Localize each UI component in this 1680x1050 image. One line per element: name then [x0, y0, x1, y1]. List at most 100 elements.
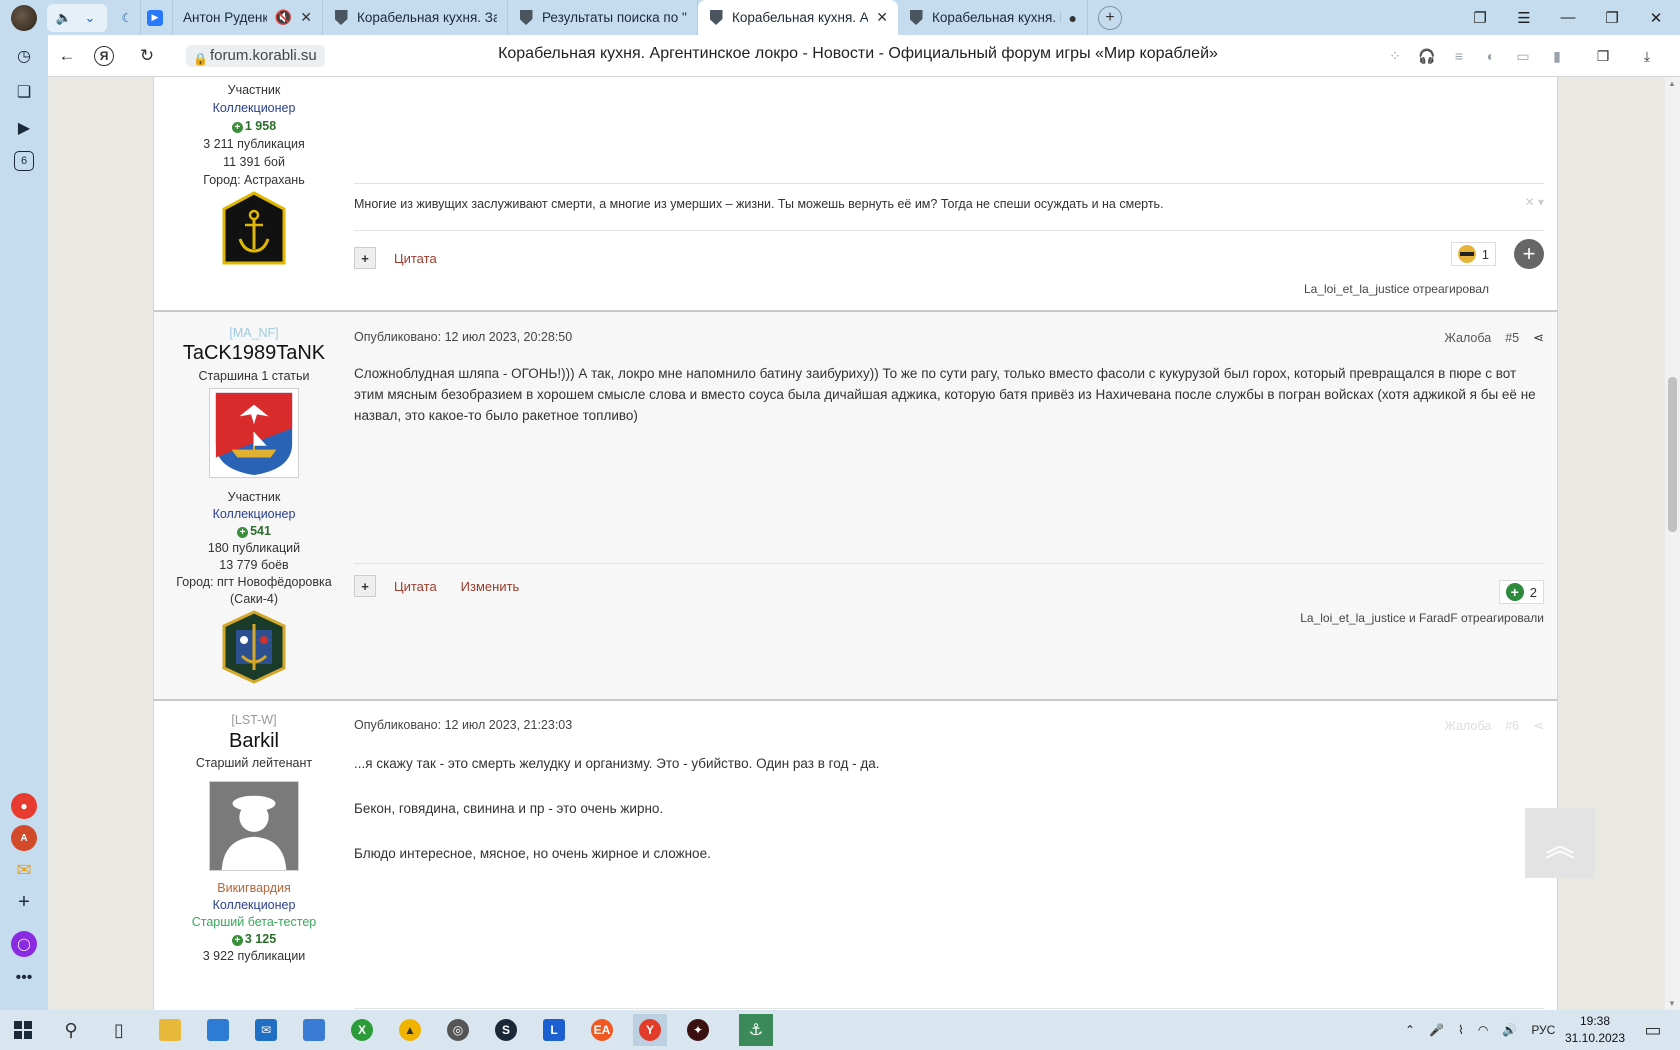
report-link[interactable]: Жалоба	[1444, 719, 1491, 733]
restore-icon[interactable]: ❐	[1590, 0, 1634, 35]
scrollbar-thumb[interactable]	[1668, 377, 1677, 532]
task-view-icon[interactable]: ▯	[102, 1014, 136, 1046]
game-launcher-icon[interactable]: ▲	[393, 1014, 427, 1046]
bookmark-icon[interactable]: ▮	[1548, 47, 1566, 65]
edit-link[interactable]: Изменить	[461, 579, 520, 594]
alice-assistant-icon[interactable]: ◯	[11, 931, 37, 957]
author-clan[interactable]: [MA_NF]	[154, 326, 354, 340]
quote-link[interactable]: Цитата	[394, 579, 437, 594]
tab-title: Корабельная кухня. Ш	[932, 10, 1061, 25]
share-icon[interactable]: ⋖	[1533, 330, 1544, 346]
maps-pin-icon[interactable]: ●	[11, 793, 37, 819]
tab-title: Корабельная кухня. Заебу	[357, 10, 497, 25]
store-icon[interactable]	[201, 1014, 235, 1046]
scroll-to-top-button[interactable]: ︽	[1525, 808, 1595, 878]
search-icon[interactable]: ⚲	[54, 1014, 88, 1046]
reader-mode-icon[interactable]: ≡	[1450, 47, 1468, 65]
launcher-l-icon[interactable]: L	[537, 1014, 571, 1046]
download-icon[interactable]: ⤓	[1638, 47, 1656, 65]
ea-app-icon[interactable]: EA	[585, 1014, 619, 1046]
tab-pinned-1[interactable]: ☾	[113, 0, 141, 35]
share-icon[interactable]: ⋖	[1533, 718, 1544, 734]
quote-link[interactable]: Цитата	[394, 251, 437, 266]
tab-1[interactable]: Антон Руденко 🔇 ✕	[173, 0, 323, 35]
post-paragraph-1: ...я скажу так - это смерть желудку и ор…	[354, 756, 880, 771]
post-number-link[interactable]: #6	[1505, 719, 1519, 733]
author-name[interactable]: Barkil	[154, 730, 354, 753]
chat-icon[interactable]: ▭	[1514, 47, 1532, 65]
reaction-summary[interactable]: + 2	[1498, 580, 1544, 604]
back-button[interactable]: ←	[54, 43, 80, 69]
chevron-down-icon[interactable]: ⌄	[79, 10, 101, 26]
tab-counter-icon[interactable]: 6	[14, 151, 34, 171]
tab-title: Результаты поиска по "Ко	[542, 10, 687, 25]
calculator-icon[interactable]	[297, 1014, 331, 1046]
history-icon[interactable]: ◷	[11, 43, 37, 69]
menu-icon[interactable]: ☰	[1502, 0, 1546, 35]
chevron-up-icon[interactable]: ⌃	[1405, 1023, 1415, 1037]
video-icon[interactable]: ▶	[11, 115, 37, 141]
yandex-logo-icon[interactable]: Я	[94, 46, 114, 66]
headphones-icon[interactable]: 🎧	[1418, 47, 1436, 65]
tab-pinned-2[interactable]: ▶	[141, 0, 173, 35]
world-of-ships-icon[interactable]: ⚓	[739, 1014, 773, 1046]
volume-icon[interactable]: 🔊	[1502, 1023, 1517, 1037]
close-window-icon[interactable]: ✕	[1634, 0, 1678, 35]
author-avatar[interactable]	[209, 388, 299, 478]
author-avatar[interactable]	[209, 781, 299, 871]
wifi-icon[interactable]: ◠	[1478, 1023, 1488, 1037]
multiquote-button[interactable]: +	[354, 575, 376, 597]
hide-signature-icon[interactable]: ✕ ▾	[1525, 195, 1544, 209]
game-icon[interactable]: ✦	[681, 1014, 715, 1046]
author-clan[interactable]: [LST-W]	[154, 713, 354, 727]
muted-speaker-icon[interactable]: 🔇	[275, 9, 292, 26]
steam-icon[interactable]: S	[489, 1014, 523, 1046]
new-tab-button[interactable]: +	[1098, 5, 1122, 30]
report-link[interactable]: Жалоба	[1444, 331, 1491, 345]
tab-active[interactable]: Корабельная кухня. Ар ✕	[698, 0, 898, 35]
speaker-icon[interactable]: 🔈	[53, 10, 75, 26]
bookmarks-icon[interactable]: ❐	[1458, 0, 1502, 35]
author-name[interactable]: TaCK1989TaNK	[154, 342, 354, 365]
reaction-users[interactable]: La_loi_et_la_justice и FaradF отреагиров…	[1300, 611, 1544, 625]
ring-app-icon[interactable]: ◎	[441, 1014, 475, 1046]
clock[interactable]: 19:38 31.10.2023	[1560, 1013, 1630, 1047]
scroll-up-arrow-icon[interactable]: ▲	[1668, 79, 1676, 88]
tab-2[interactable]: Корабельная кухня. Заебу	[323, 0, 508, 35]
scroll-down-arrow-icon[interactable]: ▼	[1668, 999, 1676, 1008]
minimize-icon[interactable]: —	[1546, 0, 1590, 35]
mail-app-icon[interactable]: ✉	[249, 1014, 283, 1046]
add-panel-icon[interactable]: +	[11, 889, 37, 915]
network-icon[interactable]: ⌇	[1458, 1023, 1464, 1037]
extensions-icon[interactable]: ⁘	[1386, 47, 1404, 65]
reload-button[interactable]: ↻	[134, 43, 160, 69]
protect-icon[interactable]: ◐	[1482, 47, 1500, 65]
xbox-icon[interactable]: X	[345, 1014, 379, 1046]
collections-icon[interactable]: ❐	[1594, 47, 1612, 65]
mail-icon[interactable]: ✉	[11, 857, 37, 883]
post-number-link[interactable]: #5	[1505, 331, 1519, 345]
author-beta-role: Старший бета-тестер	[191, 915, 317, 929]
media-controls[interactable]: 🔈 ⌄	[47, 3, 107, 32]
reaction-users[interactable]: La_loi_et_la_justice отреагировал	[1304, 282, 1489, 296]
add-reaction-button[interactable]: +	[1514, 239, 1544, 269]
close-icon[interactable]: ✕	[300, 9, 312, 26]
file-explorer-icon[interactable]	[153, 1014, 187, 1046]
page-scrollbar[interactable]: ▲ ▼	[1665, 77, 1680, 1010]
translate-icon[interactable]: A	[11, 825, 37, 851]
collections-icon[interactable]: ❏	[11, 79, 37, 105]
profile-avatar[interactable]	[11, 4, 37, 31]
url-field[interactable]: 🔒 forum.korabli.su	[186, 45, 325, 67]
microphone-icon[interactable]: 🎤	[1429, 1023, 1444, 1037]
close-icon[interactable]: ✕	[876, 9, 888, 26]
more-icon[interactable]: •••	[11, 965, 37, 991]
yandex-browser-icon[interactable]: Y	[633, 1014, 667, 1046]
reaction-summary[interactable]: 1	[1450, 242, 1496, 266]
tab-5[interactable]: Корабельная кухня. Ш ●	[898, 0, 1088, 35]
notifications-icon[interactable]: ▭	[1636, 1014, 1670, 1046]
input-language[interactable]: РУС	[1531, 1023, 1555, 1037]
tab-3[interactable]: Результаты поиска по "Ко	[508, 0, 698, 35]
unsaved-dot-icon[interactable]: ●	[1069, 10, 1077, 26]
start-button[interactable]	[6, 1014, 40, 1046]
multiquote-button[interactable]: +	[354, 247, 376, 269]
